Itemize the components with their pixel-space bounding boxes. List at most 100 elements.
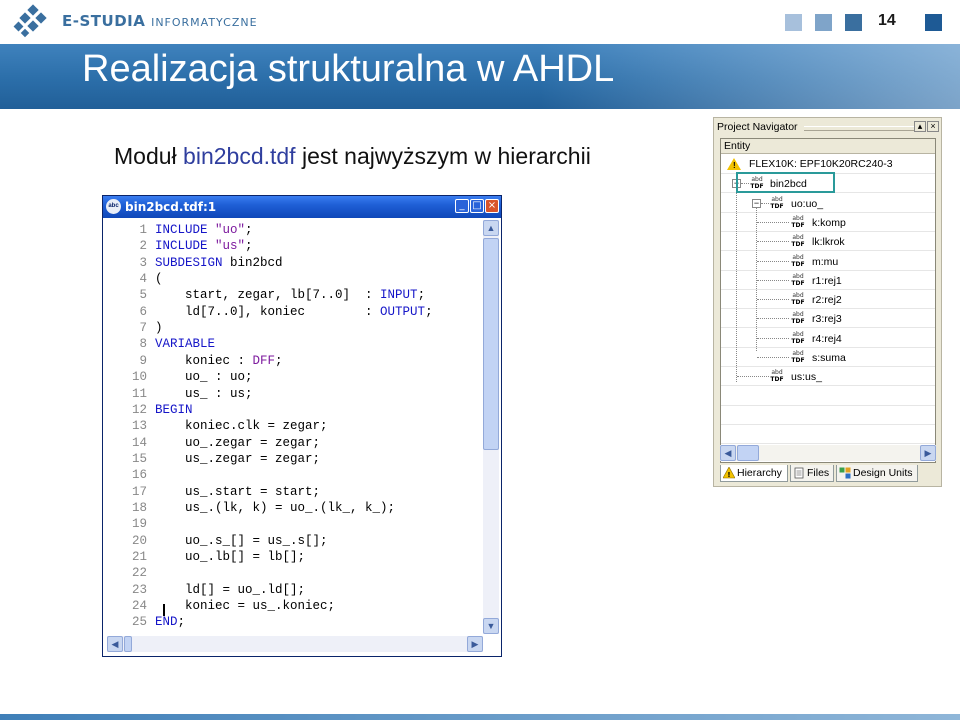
restore-button[interactable]: ▴ <box>914 121 926 132</box>
navigator-h-scrollbar[interactable]: ◀ ▶ <box>720 445 936 461</box>
tdf-file-icon: abd TDF <box>769 369 785 383</box>
code-token: start, zegar, lb[7..0] : <box>155 288 381 303</box>
scroll-down-icon[interactable]: ▼ <box>483 618 499 634</box>
code-line[interactable]: 18 us_.(lk, k) = uo_.(lk_, k_); <box>107 500 395 516</box>
tdf-file-icon: abd TDF <box>790 234 806 248</box>
warning-icon: ! <box>723 467 735 479</box>
scroll-up-icon[interactable]: ▲ <box>483 220 499 236</box>
code-line[interactable]: 16 <box>107 467 155 483</box>
code-token: ) <box>155 321 163 336</box>
code-line[interactable]: 8 VARIABLE <box>107 336 215 352</box>
footer-bar <box>0 714 960 720</box>
code-line[interactable]: 15 us_.zegar = zegar; <box>107 451 320 467</box>
code-line[interactable]: 17 us_.start = start; <box>107 484 320 500</box>
tree-connector <box>737 376 769 378</box>
code-token: DFF <box>252 353 276 368</box>
vertical-scrollbar[interactable]: ▲ ▼ <box>483 220 499 634</box>
code-token: us_.start = start; <box>155 484 321 499</box>
collapse-icon[interactable]: − <box>752 198 761 208</box>
subtitle-prefix: Moduł <box>114 143 184 169</box>
tdf-badge-bottom: TDF <box>791 279 805 287</box>
editor-title-bar[interactable]: abc bin2bcd.tdf:1 _ □ × <box>103 196 501 218</box>
tree-connector <box>757 260 789 262</box>
horizontal-scrollbar[interactable]: ◀ ▶ <box>107 636 483 652</box>
code-line[interactable]: 6 ld[7..0], koniec : OUTPUT; <box>107 304 433 320</box>
code-token: uo_.s_[] = us_.s[]; <box>155 533 328 548</box>
brand-name: E-STUDIA INFORMATYCZNE <box>62 12 258 30</box>
tree-row[interactable] <box>721 406 935 425</box>
tree-row[interactable] <box>721 387 935 406</box>
text-cursor <box>163 604 165 616</box>
slide-subtitle: Moduł bin2bcd.tdf jest najwyższym w hier… <box>114 143 591 170</box>
code-line[interactable]: 21 uo_.lb[] = lb[]; <box>107 549 305 565</box>
maximize-button[interactable]: □ <box>470 199 484 213</box>
code-line[interactable]: 26 <box>107 631 155 633</box>
tdf-badge-top: abd <box>792 330 804 338</box>
code-line[interactable]: 7) <box>107 320 163 336</box>
subtitle-filename: bin2bcd.tdf <box>183 143 296 169</box>
tab-files[interactable]: Files <box>790 465 834 482</box>
design-units-icon <box>839 467 851 479</box>
highlight-box <box>736 172 835 193</box>
code-line[interactable]: 4( <box>107 271 162 287</box>
nav-scroll-right-icon[interactable]: ▶ <box>920 445 936 461</box>
scroll-left-icon[interactable]: ◀ <box>107 636 123 652</box>
entity-column-header[interactable]: Entity <box>721 139 935 154</box>
code-line[interactable]: 22 <box>107 565 155 581</box>
tree-connector <box>757 357 789 358</box>
code-line[interactable]: 10 uo_ : uo; <box>107 369 253 385</box>
line-number: 2 <box>139 239 147 254</box>
code-token: uo_ : uo; <box>155 370 253 385</box>
tdf-file-icon: abd TDF <box>769 196 785 210</box>
code-line[interactable]: 2 INCLUDE "us"; <box>107 238 252 254</box>
code-token: ; <box>177 615 186 630</box>
code-token: ld[] = uo_.ld[]; <box>155 582 306 597</box>
nav-scroll-left-icon[interactable]: ◀ <box>720 445 736 461</box>
tdf-badge-top: abd <box>792 311 804 319</box>
scroll-right-icon[interactable]: ▶ <box>467 636 483 652</box>
tdf-file-icon: abd TDF <box>790 215 806 229</box>
code-line[interactable]: 25 END; <box>107 614 185 630</box>
navigator-close-button[interactable]: × <box>927 121 939 132</box>
code-line[interactable]: 12 BEGIN <box>107 402 193 418</box>
h-scroll-thumb[interactable] <box>124 636 132 652</box>
code-token: ; <box>425 304 433 319</box>
tdf-file-icon: abd TDF <box>790 254 806 268</box>
code-line[interactable]: 11 us_ : us; <box>107 386 253 402</box>
code-line[interactable]: 3 SUBDESIGN bin2bcd <box>107 255 282 271</box>
tree-connector <box>761 202 769 204</box>
code-line[interactable]: 5 start, zegar, lb[7..0] : INPUT; <box>107 287 425 303</box>
tree-item-uo-child: s:suma <box>812 352 846 364</box>
tab-hierarchy[interactable]: ! Hierarchy <box>720 465 788 482</box>
brand-sub: INFORMATYCZNE <box>151 16 258 29</box>
close-button[interactable]: × <box>485 199 499 213</box>
code-area[interactable]: 1 INCLUDE "uo"; 2 INCLUDE "us"; 3 SUBDESIGN b… <box>107 220 481 632</box>
code-line[interactable]: 20 uo_.s_[] = us_.s[]; <box>107 533 328 549</box>
toolbar-grip[interactable] <box>804 126 919 131</box>
code-token: ld[7..0], koniec : <box>155 304 381 319</box>
code-line[interactable]: 9 koniec : DFF; <box>107 353 282 369</box>
code-token: VARIABLE <box>155 337 216 352</box>
code-line[interactable]: 24 koniec = us_.koniec; <box>107 598 335 614</box>
navigator-title: Project Navigator <box>717 121 798 133</box>
scroll-thumb[interactable] <box>483 238 499 450</box>
code-line[interactable]: 13 koniec.clk = zegar; <box>107 418 328 434</box>
code-line[interactable]: 19 <box>107 516 155 532</box>
code-token: ; <box>417 288 426 303</box>
header-square-4 <box>925 14 942 31</box>
code-line[interactable]: 23 ld[] = uo_.ld[]; <box>107 582 305 598</box>
tdf-badge-bottom: TDF <box>791 221 805 229</box>
tree-item-uo-child: r4:rej4 <box>812 332 842 345</box>
tab-design-units[interactable]: Design Units <box>836 465 918 482</box>
code-token: ; <box>245 223 253 237</box>
tree-row[interactable] <box>721 425 935 445</box>
code-line[interactable]: 1 INCLUDE "uo"; <box>107 222 253 238</box>
minimize-button[interactable]: _ <box>455 199 469 213</box>
code-token: "us" <box>215 239 246 254</box>
nav-scroll-thumb[interactable] <box>737 445 759 461</box>
navigator-tabs: ! Hierarchy Files Design Units <box>720 465 936 483</box>
tree-connector <box>757 279 789 281</box>
code-line[interactable]: 14 uo_.zegar = zegar; <box>107 435 320 451</box>
tree-item-uo-child: k:komp <box>812 216 846 229</box>
tree-connector <box>757 221 789 223</box>
